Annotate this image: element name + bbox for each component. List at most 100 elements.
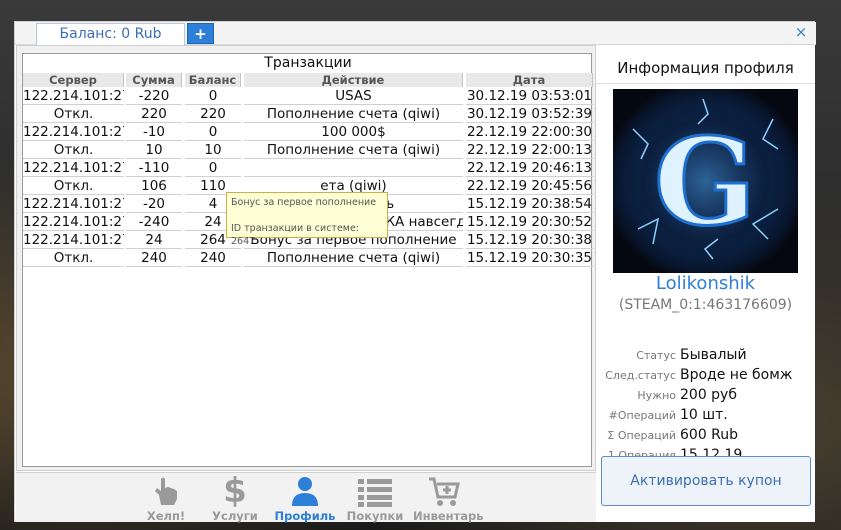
nav-purchases-label: Покупки (346, 509, 404, 523)
profile-stat-row: #Операций 10 шт. (596, 407, 815, 427)
list-icon (343, 475, 407, 507)
table-cell: Пополнение счета (qiwi) (244, 106, 463, 123)
table-cell: 24 (126, 232, 182, 249)
table-cell: -110 (126, 160, 182, 177)
table-cell: 22.12.19 22:00:30 (466, 124, 593, 141)
table-row[interactable]: Откл. 220 220 Пополнение счета (qiwi) 30.12.… (23, 106, 593, 124)
table-cell: 240 (185, 250, 241, 267)
profile-stat-value: 600 Rub (680, 427, 739, 443)
bottom-nav: Хелп! $ Услуги Профиль Покупки Инвентарь (16, 471, 596, 523)
divider (596, 83, 815, 84)
table-cell: 240 (126, 250, 182, 267)
profile-stat-row: След.статус Вроде не бомж (596, 367, 815, 387)
column-header[interactable]: Сумма (126, 73, 182, 87)
tooltip-line2: ID транзакции в системе: 2647 (231, 223, 360, 247)
table-cell: 30.12.19 03:53:01 (466, 88, 593, 105)
cart-plus-icon (413, 475, 477, 507)
add-balance-button[interactable]: + (187, 23, 214, 44)
table-row[interactable]: Откл. 10 10 Пополнение счета (qiwi) 22.12.19… (23, 142, 593, 160)
table-row[interactable]: 122.214.101:27015-2200USAS30.12.19 03:53… (23, 88, 593, 106)
table-cell: 220 (185, 106, 241, 123)
nav-services[interactable]: $ Услуги (203, 471, 267, 523)
table-cell: 10 (126, 142, 182, 159)
nav-profile[interactable]: Профиль (273, 475, 337, 523)
profile-title: Информация профиля (617, 59, 794, 77)
profile-stat-value: 10 шт. (680, 407, 728, 423)
profile-stat-key: #Операций (608, 409, 676, 422)
profile-stat-value: 200 руб (680, 387, 737, 403)
column-header[interactable]: Действие (244, 73, 463, 87)
profile-stat-value: Вроде не бомж (680, 367, 793, 383)
table-cell: Откл. (23, 106, 124, 123)
profile-stat-key: Статус (636, 349, 676, 362)
table-cell: 0 (185, 124, 241, 141)
profile-stat-key: Σ Операций (607, 429, 676, 442)
nav-inventory[interactable]: Инвентарь (413, 475, 484, 523)
table-cell: Пополнение счета (qiwi) (244, 142, 463, 159)
table-cell: 106 (126, 178, 182, 195)
top-bar: Баланс: 0 Rub + × (15, 22, 816, 45)
table-cell: USAS (244, 88, 463, 105)
table-cell: 15.12.19 20:30:38 (466, 232, 593, 249)
table-row[interactable]: 122.214.101:27015-1100 22.12.19 20:46:13 (23, 160, 593, 178)
nav-help[interactable]: Хелп! (134, 475, 198, 523)
column-header[interactable]: Дата (466, 73, 593, 87)
column-header[interactable]: Баланс (185, 73, 241, 87)
profile-stat-row: Нужно 200 руб (596, 387, 815, 407)
profile-stat-row: Статус Бывалый (596, 347, 815, 367)
activate-coupon-button[interactable]: Активировать купон (601, 456, 811, 506)
table-cell: 15.12.19 20:30:52 (466, 214, 593, 231)
table-cell: 122.214.101:27015 (23, 160, 124, 177)
table-cell: Пополнение счета (qiwi) (244, 250, 463, 267)
close-icon[interactable]: × (794, 25, 808, 40)
table-cell: 10 (185, 142, 241, 159)
profile-panel: Информация профиля G Lolikonshik (STEAM_… (596, 45, 815, 522)
table-cell: 220 (126, 106, 182, 123)
nav-help-label: Хелп! (146, 509, 186, 523)
table-cell: -220 (126, 88, 182, 105)
tooltip: Бонус за первое пополнение ID транзакции… (226, 192, 388, 247)
nav-purchases[interactable]: Покупки (343, 475, 407, 523)
table-cell: 15.12.19 20:30:35 (466, 250, 593, 267)
nav-services-label: Услуги (212, 509, 258, 523)
table-row[interactable]: 122.214.101:27015-100100 000$22.12.19 22… (23, 124, 593, 142)
table-cell: Откл. (23, 178, 124, 195)
table-cell: 22.12.19 22:00:13 (466, 142, 593, 159)
table-cell: 0 (185, 88, 241, 105)
table-title: Транзакции (264, 55, 352, 71)
column-header[interactable]: Сервер (23, 73, 124, 87)
steam-id: (STEAM_0:1:463176609) (618, 297, 793, 313)
table-cell: 122.214.101:27015 (23, 196, 124, 213)
profile-stat-key: Нужно (637, 389, 676, 402)
table-cell: Откл. (23, 142, 124, 159)
transactions-panel: Транзакции Сервер Сумма Баланс Действие Дата… (16, 45, 596, 471)
table-cell: 22.12.19 20:45:56 (466, 178, 593, 195)
table-cell: 100 000$ (244, 124, 463, 141)
table-row[interactable]: Откл. 240 240 Пополнение счета (qiwi) 15.12.… (23, 250, 593, 268)
profile-stat-value: Бывалый (680, 347, 747, 363)
username[interactable]: Lolikonshik (596, 273, 815, 294)
donate-window: Баланс: 0 Rub + × Транзакции Сервер Сумма… (14, 21, 816, 523)
dollar-icon: $ (223, 471, 247, 511)
tooltip-line1: Бонус за первое пополнение (231, 197, 377, 208)
table-cell: 30.12.19 03:52:39 (466, 106, 593, 123)
table-cell (244, 160, 463, 177)
table-cell: 122.214.101:27015 (23, 232, 124, 249)
profile-stat-row: Σ Операций 600 Rub (596, 427, 815, 447)
table-cell: -240 (126, 214, 182, 231)
profile-stat-key: След.статус (605, 369, 676, 382)
table-cell: 122.214.101:27015 (23, 88, 124, 105)
avatar: G (613, 89, 798, 273)
table-cell: 15.12.19 20:38:54 (466, 196, 593, 213)
avatar-letter: G (654, 112, 756, 253)
table-cell: 122.214.101:27015 (23, 214, 124, 231)
transactions-table: Транзакции Сервер Сумма Баланс Действие Дата… (22, 53, 593, 467)
user-icon (273, 475, 337, 507)
table-cell: -20 (126, 196, 182, 213)
balance-tab[interactable]: Баланс: 0 Rub (36, 23, 185, 45)
hand-pointer-icon (134, 475, 198, 507)
nav-inventory-label: Инвентарь (413, 509, 484, 523)
table-cell: 0 (185, 160, 241, 177)
table-cell: Откл. (23, 250, 124, 267)
table-cell: 122.214.101:27015 (23, 124, 124, 141)
